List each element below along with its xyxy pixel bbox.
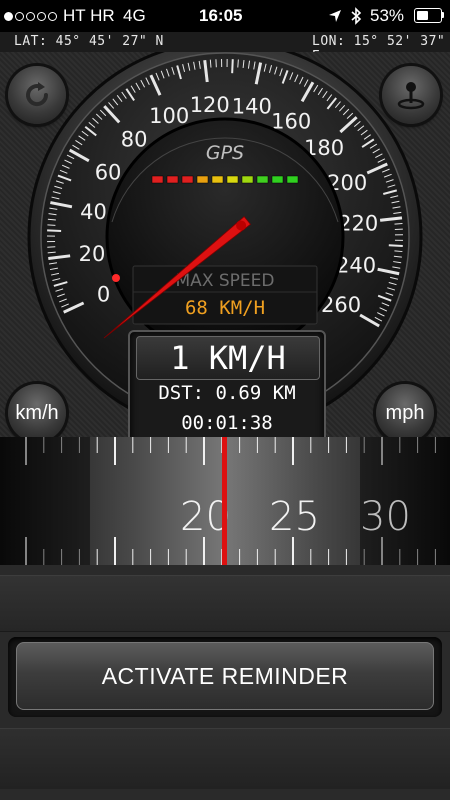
kmh-button[interactable]: km/h [8, 384, 66, 442]
gauge-tick [47, 251, 56, 254]
gauge-label: 20 [79, 242, 106, 266]
gauge-tick [231, 59, 234, 74]
status-bar: HT HR 4G 16:05 53% [0, 0, 450, 32]
gauge-tick [47, 224, 56, 226]
kmh-label: km/h [15, 401, 59, 424]
gps-label: GPS [206, 142, 244, 164]
gps-signal-bar [196, 175, 209, 184]
current-speed: 1 KM/H [136, 336, 320, 380]
gauge-tick [394, 250, 403, 253]
max-speed-marker [112, 274, 120, 282]
gauge-label: 100 [149, 104, 189, 128]
gps-signal-bar [286, 175, 299, 184]
digital-display: 1 KM/H DST: 0.69 KM 00:01:38 [128, 330, 326, 452]
reset-button[interactable] [8, 66, 66, 124]
gauge-label: 140 [232, 95, 272, 119]
settings-button[interactable] [382, 66, 440, 124]
gauge-tick [47, 229, 62, 232]
network-type: 4G [123, 6, 146, 25]
bluetooth-icon [351, 7, 362, 25]
mph-button[interactable]: mph [376, 384, 434, 442]
gps-signal-bar [226, 175, 239, 184]
ruler-indicator [222, 437, 227, 565]
signal-dot [4, 12, 13, 21]
gauge-label: 40 [80, 200, 107, 224]
signal-dot [37, 12, 46, 21]
latitude: LAT: 45° 45' 27" N [14, 34, 164, 49]
carrier: HT HR [63, 6, 115, 25]
gps-signal-bar [241, 175, 254, 184]
gauge-tick [237, 59, 239, 68]
max-speed-label: MAX SPEED [176, 271, 275, 291]
mph-label: mph [385, 401, 425, 424]
battery-icon [414, 8, 442, 23]
distance: DST: 0.69 KM [158, 382, 296, 404]
ruler-number: 25 [269, 494, 320, 540]
ruler-number: 30 [360, 494, 411, 540]
bottom-strip [0, 728, 450, 789]
location-arrow-icon [329, 10, 341, 22]
gps-signal-bar [181, 175, 194, 184]
gps-signal-bar [211, 175, 224, 184]
max-speed-value: 68 KM/H [185, 297, 265, 319]
gps-signal-bar [271, 175, 284, 184]
gauge-tick [388, 244, 403, 247]
activate-reminder-button[interactable]: ACTIVATE REMINDER [16, 642, 434, 710]
gps-signal-bar [151, 175, 164, 184]
gauge-label: 0 [97, 283, 110, 307]
elapsed-time: 00:01:38 [181, 412, 273, 434]
gps-signal-bar [166, 175, 179, 184]
gauge-tick [209, 59, 212, 68]
gauge-label: 120 [190, 93, 230, 117]
gauge-label: 60 [95, 161, 122, 185]
clock: 16:05 [199, 6, 243, 25]
battery-percent: 53% [370, 6, 405, 25]
refresh-icon [26, 82, 49, 107]
divider-strip [0, 575, 450, 632]
signal-dot [26, 12, 35, 21]
gps-signal-bar [256, 175, 269, 184]
signal-dot [48, 12, 57, 21]
gauge-label: 80 [121, 128, 148, 152]
gauge-tick [394, 223, 403, 225]
signal-dot [15, 12, 24, 21]
joystick-icon [397, 82, 425, 110]
